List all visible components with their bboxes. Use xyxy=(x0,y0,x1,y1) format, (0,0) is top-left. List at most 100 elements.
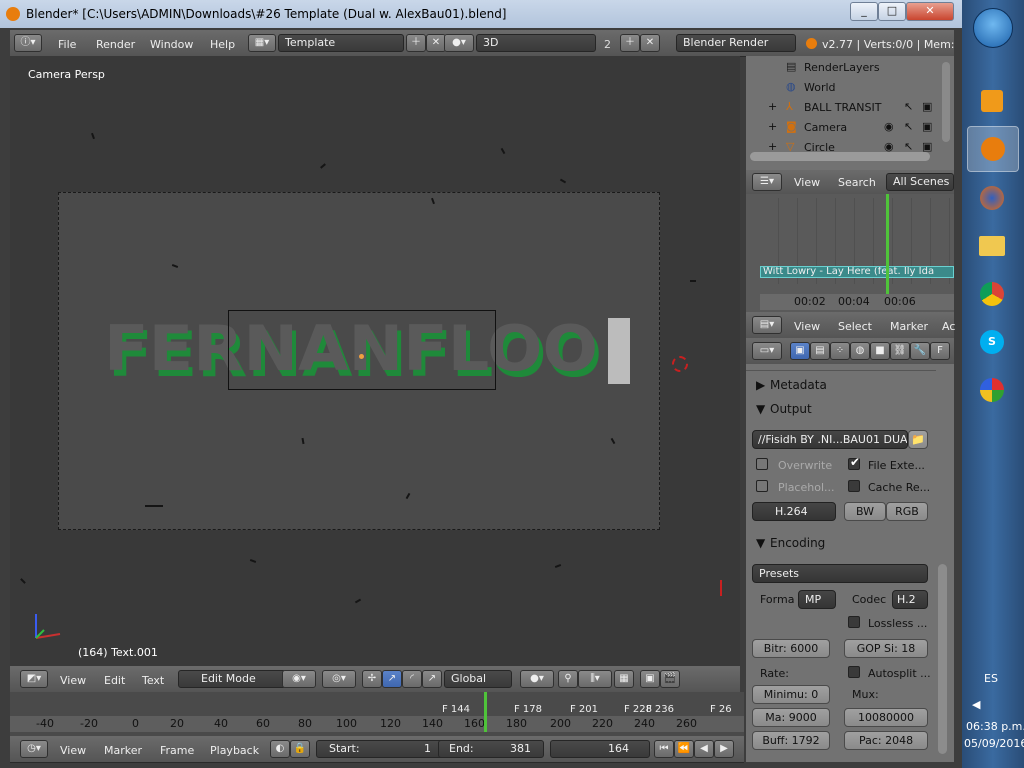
mux-rate-field[interactable]: 10080000 xyxy=(844,708,928,727)
outliner-row[interactable]: ▤ RenderLayers xyxy=(746,58,938,76)
snap-target-icon[interactable]: ▦ xyxy=(614,670,634,688)
autosplit-checkbox[interactable] xyxy=(848,666,860,678)
menu-playback[interactable]: Playback xyxy=(210,744,259,757)
opengl-animation-icon[interactable]: 🎬 xyxy=(660,670,680,688)
snap-toggle-icon[interactable]: ⚲ xyxy=(558,670,578,688)
gop-size-field[interactable]: GOP Si: 18 xyxy=(844,639,928,658)
pivot-point-icon[interactable]: ◎▾ xyxy=(322,670,356,688)
bw-toggle[interactable]: BW xyxy=(844,502,886,521)
menu-view[interactable]: View xyxy=(60,744,86,757)
packet-size-field[interactable]: Pac: 2048 xyxy=(844,731,928,750)
properties-panel[interactable]: ▶ Metadata ▼ Output //Fisidh BY .NI...BA… xyxy=(746,364,954,762)
play-reverse-icon[interactable]: ◀ xyxy=(694,740,714,758)
timeline-marker[interactable]: F 144 xyxy=(442,704,470,715)
render-engine-dropdown[interactable]: Blender Render xyxy=(676,34,796,52)
rgb-toggle[interactable]: RGB xyxy=(886,502,928,521)
outliner-row[interactable]: + ⅄ BALL TRANSIT ↖ ▣ xyxy=(746,98,938,116)
render-layers-tab-icon[interactable]: ▤ xyxy=(810,342,830,360)
expand-icon[interactable]: + xyxy=(768,120,777,133)
outliner-row[interactable]: + ◙ Camera ◉ ↖ ▣ xyxy=(746,118,938,136)
menu-help[interactable]: Help xyxy=(210,38,235,51)
menu-marker[interactable]: Marker xyxy=(104,744,142,757)
minimize-button[interactable]: _ xyxy=(850,2,878,21)
rotate-manipulator-icon[interactable]: ◜ xyxy=(402,670,422,688)
outliner-hscrollbar[interactable] xyxy=(750,152,930,161)
menu-edit[interactable]: Edit xyxy=(104,674,125,687)
encoding-section-header[interactable]: ▼ Encoding xyxy=(750,534,934,552)
properties-scrollbar[interactable] xyxy=(938,564,947,754)
viewport-scrollbar[interactable] xyxy=(720,580,722,596)
output-section-header[interactable]: ▼ Output xyxy=(750,400,934,418)
close-button[interactable]: ✕ xyxy=(906,2,954,21)
maximize-button[interactable]: □ xyxy=(878,2,906,21)
timeline-marker[interactable]: F 178 xyxy=(514,704,542,715)
scene-icon[interactable]: ●▾ xyxy=(444,34,474,52)
sequencer[interactable]: Witt Lowry - Lay Here (feat. Ily Ida 00:… xyxy=(746,194,954,312)
file-explorer-icon[interactable] xyxy=(967,224,1017,268)
menu-add[interactable]: Ac xyxy=(942,320,955,333)
editor-type-timeline-icon[interactable]: ◷▾ xyxy=(20,740,48,758)
media-player-icon[interactable] xyxy=(967,80,1017,124)
menu-text[interactable]: Text xyxy=(142,674,164,687)
render-tab-icon[interactable]: ▣ xyxy=(790,342,810,360)
blender-taskbar-icon[interactable] xyxy=(967,126,1019,172)
add-screen-icon[interactable]: ＋ xyxy=(406,34,426,52)
snap-element-icon[interactable]: ⫼▾ xyxy=(578,670,612,688)
viewport-shading-icon[interactable]: ◉▾ xyxy=(282,670,316,688)
timeline-marker[interactable]: F 236 xyxy=(646,704,674,715)
start-button-icon[interactable] xyxy=(973,8,1013,48)
scene-field[interactable]: 3D xyxy=(476,34,596,52)
render-toggle-icon[interactable]: ▣ xyxy=(922,120,932,133)
menu-frame[interactable]: Frame xyxy=(160,744,194,757)
editor-type-outliner-icon[interactable]: ☰▾ xyxy=(752,173,782,191)
remove-scene-icon[interactable]: ✕ xyxy=(640,34,660,52)
lock-range-icon[interactable]: 🔒 xyxy=(290,740,310,758)
eye-icon[interactable]: ◉ xyxy=(884,120,894,133)
browse-folder-icon[interactable]: 📁 xyxy=(908,430,928,449)
add-scene-icon[interactable]: ＋ xyxy=(620,34,640,52)
scene-tab-icon[interactable]: ⁘ xyxy=(830,342,850,360)
transform-orientation-dropdown[interactable]: Global xyxy=(444,670,512,688)
output-path-field[interactable]: //Fisidh BY .NI...BAU01 DUAL xyxy=(752,430,908,449)
outliner-display-filter[interactable]: All Scenes xyxy=(886,173,954,191)
jump-start-icon[interactable]: ⏮ xyxy=(654,740,674,758)
render-toggle-icon[interactable]: ▣ xyxy=(922,100,932,113)
proportional-edit-icon[interactable]: ●▾ xyxy=(520,670,554,688)
opengl-render-icon[interactable]: ▣ xyxy=(640,670,660,688)
scale-manipulator-icon[interactable]: ↗ xyxy=(422,670,442,688)
buffer-field[interactable]: Buff: 1792 xyxy=(752,731,830,750)
menu-marker[interactable]: Marker xyxy=(890,320,928,333)
clock-date[interactable]: 05/09/2016 xyxy=(964,737,1024,750)
file-format-dropdown[interactable]: H.264 xyxy=(752,502,836,521)
menu-view[interactable]: View xyxy=(60,674,86,687)
outliner-vscrollbar[interactable] xyxy=(942,62,950,142)
presets-dropdown[interactable]: Presets xyxy=(752,564,928,583)
skype-icon[interactable]: S xyxy=(967,320,1017,364)
container-dropdown[interactable]: MP xyxy=(798,590,836,609)
start-frame-field[interactable]: Start: 1 xyxy=(316,740,444,758)
current-frame-field[interactable]: 164 xyxy=(550,740,650,758)
language-indicator[interactable]: ES xyxy=(984,672,998,685)
constraints-tab-icon[interactable]: ⛓ xyxy=(890,342,910,360)
editor-type-sequencer-icon[interactable]: ▤▾ xyxy=(752,316,782,334)
expand-icon[interactable]: + xyxy=(768,100,777,113)
timeline-marker[interactable]: F 201 xyxy=(570,704,598,715)
placeholders-checkbox[interactable] xyxy=(756,480,768,492)
preview-range-icon[interactable]: ◐ xyxy=(270,740,290,758)
editor-type-info-icon[interactable]: ⓘ▾ xyxy=(14,34,42,52)
minimum-rate-field[interactable]: Minimu: 0 xyxy=(752,685,830,704)
menu-window[interactable]: Window xyxy=(150,38,193,51)
menu-file[interactable]: File xyxy=(58,38,76,51)
manipulator-toggle-icon[interactable]: ✢ xyxy=(362,670,382,688)
clock-time[interactable]: 06:38 p.m. xyxy=(966,720,1024,733)
menu-select[interactable]: Select xyxy=(838,320,872,333)
lossless-checkbox[interactable] xyxy=(848,616,860,628)
metadata-section-header[interactable]: ▶ Metadata xyxy=(750,376,934,394)
editor-type-3d-icon[interactable]: ◩▾ xyxy=(20,670,48,688)
cache-result-checkbox[interactable] xyxy=(848,480,860,492)
timeline-marker[interactable]: F 26 xyxy=(710,704,732,715)
timeline-area[interactable]: -40 -20 0 20 40 60 80 100 120 140 160 18… xyxy=(10,692,744,736)
end-frame-field[interactable]: End: 381 xyxy=(438,740,544,758)
select-arrow-icon[interactable]: ↖ xyxy=(904,120,913,133)
maximum-rate-field[interactable]: Ma: 9000 xyxy=(752,708,830,727)
